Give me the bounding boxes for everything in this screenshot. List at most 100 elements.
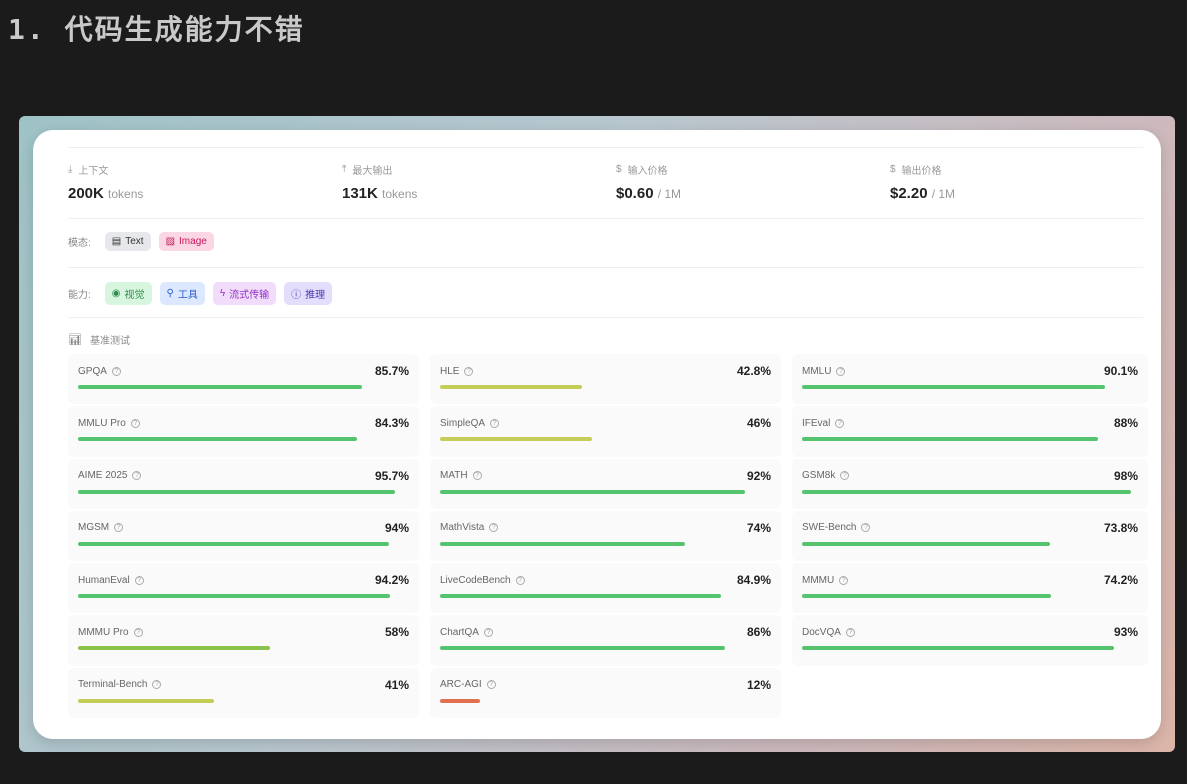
help-icon[interactable]: ? — [490, 418, 500, 428]
benchmark-score: 88% — [1113, 416, 1138, 431]
help-icon[interactable]: ? — [861, 523, 871, 533]
benchmark-name: LiveCodeBench — [440, 574, 511, 586]
help-icon[interactable]: ? — [152, 680, 162, 690]
modality-tag[interactable]: ▨ Image — [158, 232, 214, 251]
score-bar — [440, 541, 771, 546]
score-bar-fill — [440, 489, 745, 494]
score-bar — [440, 385, 771, 389]
score-bar-fill — [78, 541, 390, 546]
help-icon[interactable]: ? — [133, 627, 143, 637]
benchmark-item: GSM8k? 98% — [792, 458, 1148, 509]
help-icon[interactable]: ? — [489, 523, 499, 533]
tag-text: 推理 — [305, 290, 326, 301]
modality-label: 模态: — [68, 238, 91, 249]
benchmark-score: 90.1% — [1103, 364, 1138, 378]
tag-text: 视觉 — [124, 290, 145, 301]
help-icon[interactable]: ? — [132, 471, 142, 481]
benchmark-score: 84.3% — [374, 416, 409, 431]
help-icon[interactable]: ? — [836, 366, 846, 376]
tag-text: 流式传输 — [229, 290, 270, 301]
benchmark-score: 94% — [384, 520, 409, 535]
tag-icon: ◉ — [111, 288, 121, 299]
help-icon[interactable]: ? — [130, 418, 140, 428]
benchmark-item: HumanEval? 94.2% — [68, 563, 419, 614]
score-bar-fill — [78, 698, 214, 703]
model-info-card: ⤓ 上下文 200K tokens ⤒ 最大输出 131K tokens $ 输入价格… — [33, 130, 1161, 739]
help-icon[interactable]: ? — [111, 366, 121, 376]
help-icon[interactable]: ? — [464, 366, 474, 376]
help-icon[interactable]: ? — [134, 575, 144, 585]
capability-tag[interactable]: ϟ 流式传输 — [212, 282, 277, 305]
download-icon: ⤓ — [68, 164, 73, 175]
divider — [68, 147, 1143, 148]
score-bar — [802, 489, 1138, 494]
stat-0: ⤓ 上下文 200K tokens — [68, 162, 143, 202]
score-bar-fill — [802, 489, 1132, 494]
tag-icon: ⚲ — [166, 288, 174, 299]
capability-label: 能力: — [68, 290, 91, 301]
benchmark-score: 94.2% — [374, 573, 409, 588]
benchmark-grid: GPQA? 85.7% HLE? 42.8% MMLU? 90.1% MMLU … — [68, 354, 1148, 719]
modality-tag[interactable]: ▤ Text — [104, 232, 151, 251]
benchmark-name: ChartQA — [440, 626, 479, 638]
tag-icon: ▤ — [111, 236, 122, 247]
bar-chart-icon: 📊︎ — [68, 334, 82, 346]
score-bar — [802, 541, 1138, 546]
tag-text: Text — [125, 236, 144, 247]
benchmark-item: MMMU Pro? 58% — [68, 615, 419, 666]
score-bar — [802, 437, 1138, 442]
score-bar-fill — [802, 385, 1105, 389]
score-bar-fill — [802, 437, 1098, 442]
benchmark-name: SimpleQA — [440, 417, 486, 429]
stat-unit: / 1M — [657, 187, 682, 201]
help-icon[interactable]: ? — [515, 575, 525, 585]
benchmark-title: 基准测试 — [89, 336, 130, 347]
score-bar-fill — [802, 541, 1050, 546]
score-bar-fill — [440, 437, 593, 442]
benchmark-name: ARC-AGI — [440, 679, 482, 691]
benchmark-score: 95.7% — [374, 468, 409, 483]
benchmark-item: ChartQA? 86% — [430, 615, 781, 666]
capability-tag[interactable]: ⚲ 工具 — [159, 282, 205, 305]
divider — [68, 267, 1143, 268]
help-icon[interactable]: ? — [835, 418, 845, 428]
score-bar — [802, 594, 1138, 599]
score-bar-fill — [440, 541, 685, 546]
capability-tag[interactable]: ⓘ 推理 — [284, 282, 333, 305]
score-bar-fill — [440, 594, 722, 599]
help-icon[interactable]: ? — [483, 627, 493, 637]
help-icon[interactable]: ? — [472, 471, 482, 481]
capability-tag[interactable]: ◉ 视觉 — [104, 282, 152, 305]
help-icon[interactable]: ? — [840, 471, 850, 481]
help-icon[interactable]: ? — [839, 575, 849, 585]
benchmark-name: GSM8k — [802, 470, 836, 482]
benchmark-item: SimpleQA? 46% — [430, 406, 781, 457]
benchmark-name: MGSM — [78, 522, 110, 534]
help-icon[interactable]: ? — [845, 627, 855, 637]
benchmark-score: 12% — [746, 677, 771, 692]
benchmark-item: MATH? 92% — [430, 458, 781, 509]
score-bar-fill — [802, 646, 1115, 651]
benchmark-score: 93% — [1113, 625, 1138, 640]
help-icon[interactable]: ? — [486, 680, 496, 690]
benchmark-name: MMMU Pro — [78, 626, 129, 638]
help-icon[interactable]: ? — [114, 523, 124, 533]
benchmark-score: 46% — [746, 416, 771, 431]
score-bar — [802, 646, 1138, 651]
benchmark-item: HLE? 42.8% — [430, 354, 781, 405]
benchmark-item: Terminal-Bench? 41% — [68, 667, 419, 719]
divider — [68, 317, 1143, 318]
benchmark-item: MMMU? 74.2% — [792, 563, 1148, 614]
stat-1: ⤒ 最大输出 131K tokens — [342, 162, 417, 202]
score-bar-fill — [802, 594, 1052, 599]
score-bar — [440, 698, 771, 703]
tag-text: Image — [179, 236, 207, 247]
score-bar — [78, 385, 409, 389]
benchmark-item: MMLU Pro? 84.3% — [68, 406, 419, 457]
divider — [68, 218, 1143, 219]
page-title: 1. 代码生成能力不错 — [8, 13, 305, 46]
benchmark-name: MathVista — [440, 522, 485, 534]
benchmark-item: AIME 2025? 95.7% — [68, 458, 419, 509]
benchmark-item: MGSM? 94% — [68, 510, 419, 562]
stat-value: 131K — [342, 185, 378, 202]
